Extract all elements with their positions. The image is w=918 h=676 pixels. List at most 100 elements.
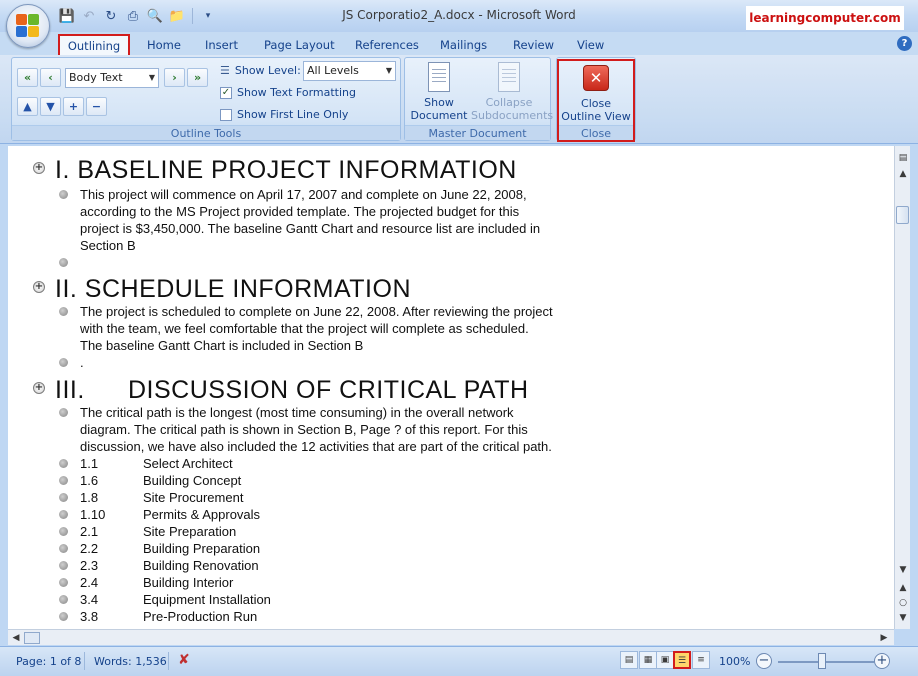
chevron-down-icon: ▼	[385, 66, 392, 75]
body-bullet-icon	[59, 544, 68, 553]
tab-insert[interactable]: Insert	[197, 34, 246, 56]
body-bullet-icon	[59, 595, 68, 604]
activity-number: 2.1	[80, 524, 99, 539]
proofing-icon[interactable]: ✘	[178, 652, 190, 668]
vertical-scrollbar[interactable]: ▤ ▲ ▼ ▲ ○ ▼	[894, 146, 910, 629]
scroll-up-arrow-icon[interactable]: ▲	[897, 168, 909, 180]
tab-home[interactable]: Home	[139, 34, 189, 56]
activity-number: 1.10	[80, 507, 106, 522]
tab-mailings[interactable]: Mailings	[432, 34, 495, 56]
zoom-slider-track[interactable]	[778, 661, 874, 663]
show-document-button[interactable]: Show Document	[407, 62, 471, 124]
demote-to-body-text-button[interactable]: »	[187, 68, 208, 87]
body-bullet-icon	[59, 527, 68, 536]
page-count[interactable]: Page: 1 of 8	[16, 655, 81, 668]
print-layout-view-button[interactable]: ▤	[620, 651, 638, 669]
activity-number: 2.4	[80, 575, 99, 590]
tab-outlining[interactable]: Outlining	[58, 34, 130, 56]
activity-name: Select Architect	[143, 456, 233, 471]
activity-number: 1.1	[80, 456, 99, 471]
activity-name: Building Concept	[143, 473, 242, 488]
tab-references[interactable]: References	[347, 34, 427, 56]
zoom-in-button[interactable]: +	[874, 653, 890, 669]
show-document-label-1: Show	[424, 96, 454, 109]
scroll-left-arrow-icon[interactable]: ◀	[10, 632, 22, 644]
section-1-line-2: according to the MS Project provided tem…	[80, 204, 520, 219]
activity-name: Permits & Approvals	[143, 507, 261, 522]
outline-level-value: Body Text	[69, 71, 123, 84]
expand-heading-icon[interactable]: +	[33, 281, 45, 293]
previous-page-icon[interactable]: ▲	[897, 582, 909, 594]
status-bar: Page: 1 of 8 Words: 1,536 ✘ ▤ ▦ ▣ ☰ ≡ 10…	[0, 646, 918, 676]
ruler-toggle-icon[interactable]: ▤	[897, 152, 909, 164]
collapse-button[interactable]: −	[86, 97, 107, 116]
word-count[interactable]: Words: 1,536	[94, 655, 167, 668]
scroll-right-arrow-icon[interactable]: ▶	[878, 632, 890, 644]
heading-section-3-number: III.	[55, 376, 85, 404]
body-bullet-icon	[59, 358, 68, 367]
show-level-icon: ☰	[220, 64, 230, 77]
body-bullet-icon	[59, 612, 68, 621]
document-icon	[428, 62, 450, 92]
document-area[interactable]: + I. BASELINE PROJECT INFORMATION This p…	[8, 146, 894, 629]
heading-section-1: I. BASELINE PROJECT INFORMATION	[55, 156, 517, 184]
activity-number: 2.3	[80, 558, 99, 573]
show-first-line-only-checkbox[interactable]	[220, 108, 232, 121]
scroll-down-arrow-icon[interactable]: ▼	[897, 564, 909, 576]
help-icon[interactable]: ?	[897, 36, 912, 51]
body-bullet-icon	[59, 493, 68, 502]
body-bullet-icon	[59, 258, 68, 267]
expand-heading-icon[interactable]: +	[33, 162, 45, 174]
section-1-line-4: Section B	[80, 238, 136, 253]
horizontal-scroll-thumb[interactable]	[24, 632, 40, 644]
activity-name: Building Renovation	[143, 558, 259, 573]
office-logo-icon	[16, 14, 40, 38]
outline-tools-label: Outline Tools	[12, 125, 400, 140]
show-text-formatting-row[interactable]: ✓ Show Text Formatting	[220, 86, 356, 99]
zoom-out-button[interactable]: −	[756, 653, 772, 669]
show-document-label-2: Document	[410, 109, 468, 122]
activity-name: Site Preparation	[143, 524, 237, 539]
outline-view-button[interactable]: ☰	[673, 651, 691, 669]
brand-watermark: learningcomputer.com	[746, 6, 904, 30]
next-page-icon[interactable]: ▼	[897, 612, 909, 624]
move-up-button[interactable]: ▲	[17, 97, 38, 116]
show-level-combo[interactable]: All Levels ▼	[303, 61, 396, 81]
vertical-scroll-thumb[interactable]	[896, 206, 909, 224]
demote-button[interactable]: ›	[164, 68, 185, 87]
activity-name: Building Preparation	[143, 541, 261, 556]
ribbon: « ‹ Body Text ▼ › » ▲ ▼ + − ☰ Show Level…	[0, 55, 918, 144]
section-2-trailing: .	[80, 355, 84, 370]
select-browse-object-icon[interactable]: ○	[897, 597, 909, 609]
show-first-line-only-row[interactable]: Show First Line Only	[220, 108, 348, 121]
collapse-subdocuments-button[interactable]: Collapse Subdocuments	[471, 62, 554, 124]
horizontal-scrollbar[interactable]: ◀ ▶	[8, 629, 894, 645]
activity-number: 1.6	[80, 473, 99, 488]
office-button[interactable]	[6, 4, 50, 48]
full-screen-reading-view-button[interactable]: ▦	[639, 651, 657, 669]
expand-heading-icon[interactable]: +	[33, 382, 45, 394]
outline-tools-group: « ‹ Body Text ▼ › » ▲ ▼ + − ☰ Show Level…	[11, 57, 401, 141]
close-highlight-frame	[557, 59, 635, 142]
collapse-subdocuments-label-1: Collapse	[485, 96, 533, 109]
activity-name: Site Procurement	[143, 490, 244, 505]
move-down-button[interactable]: ▼	[40, 97, 61, 116]
heading-section-2: II. SCHEDULE INFORMATION	[55, 275, 412, 303]
master-document-group: Show Document Collapse Subdocuments Mast…	[404, 57, 554, 141]
web-layout-view-button[interactable]: ▣	[656, 651, 674, 669]
heading-section-3: DISCUSSION OF CRITICAL PATH	[128, 376, 529, 404]
expand-button[interactable]: +	[63, 97, 84, 116]
zoom-level[interactable]: 100%	[719, 655, 750, 668]
tab-review[interactable]: Review	[505, 34, 562, 56]
collapse-subdocuments-label-2: Subdocuments	[471, 109, 554, 122]
outline-level-combo[interactable]: Body Text ▼	[65, 68, 159, 88]
promote-button[interactable]: ‹	[40, 68, 61, 87]
show-text-formatting-checkbox[interactable]: ✓	[220, 86, 232, 99]
tab-page-layout[interactable]: Page Layout	[256, 34, 343, 56]
zoom-slider-handle[interactable]	[818, 653, 826, 669]
activity-number: 3.8	[80, 609, 99, 624]
draft-view-button[interactable]: ≡	[692, 651, 710, 669]
promote-to-heading1-button[interactable]: «	[17, 68, 38, 87]
body-bullet-icon	[59, 578, 68, 587]
tab-view[interactable]: View	[569, 34, 612, 56]
